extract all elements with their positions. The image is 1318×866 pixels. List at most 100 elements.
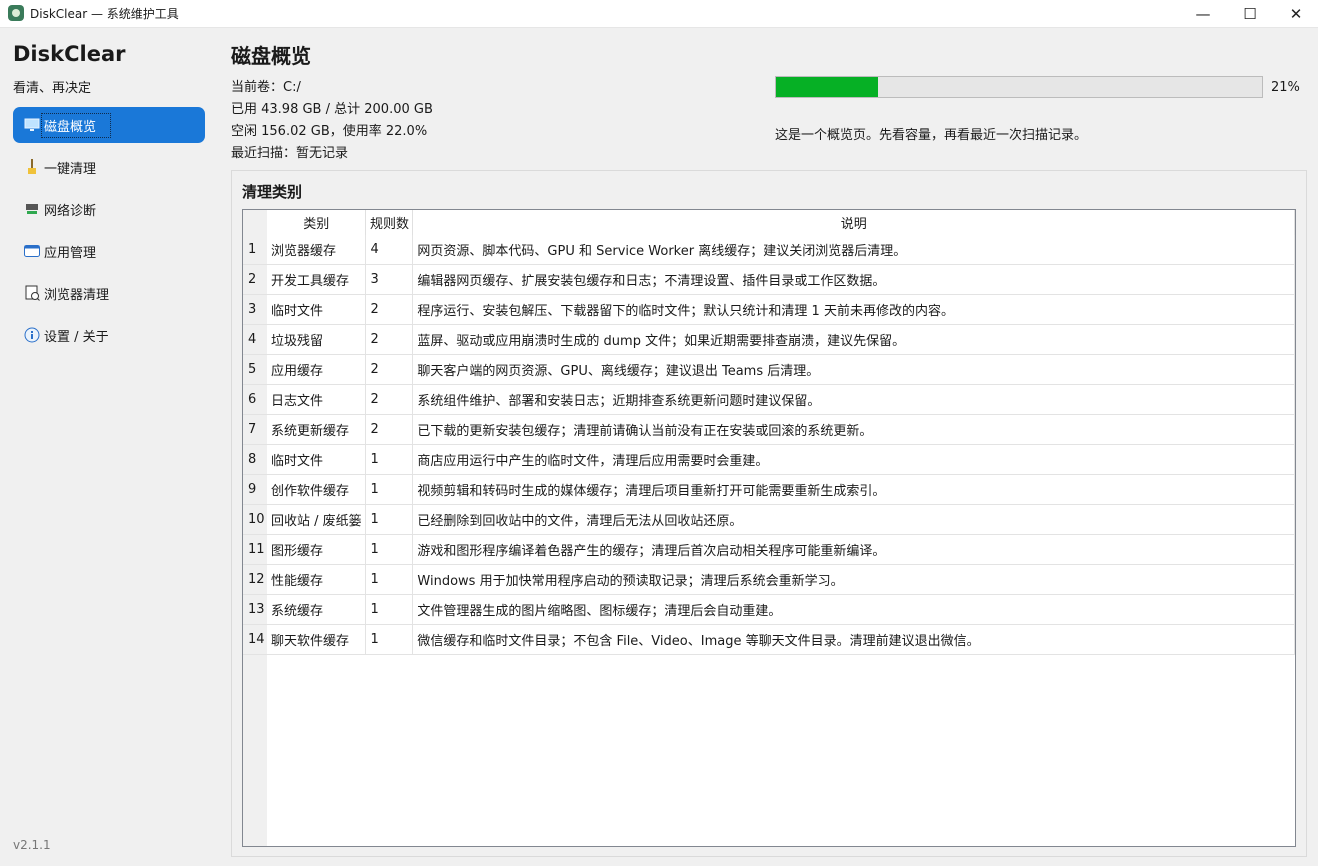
description-cell: 商店应用运行中产生的临时文件，清理后应用需要时会重建。 bbox=[412, 444, 1295, 475]
description-cell: 网页资源、脚本代码、GPU 和 Service Worker 离线缓存；建议关闭… bbox=[412, 235, 1295, 265]
category-cell: 开发工具缓存 bbox=[266, 264, 367, 295]
sidebar: DiskClear 看清、再决定 磁盘概览 一键清理 网络诊断 应用管理 浏览器… bbox=[0, 28, 218, 866]
category-cell: 浏览器缓存 bbox=[266, 235, 367, 265]
free-usage: 空闲 156.02 GB，使用率 22.0% bbox=[231, 124, 428, 139]
table-row[interactable]: 9 创作软件缓存 1 视频剪辑和转码时生成的媒体缓存；清理后项目重新打开可能需要重新生… bbox=[243, 474, 1295, 505]
last-scan: 最近扫描：暂无记录 bbox=[231, 146, 349, 161]
row-index-cell: 8 bbox=[243, 444, 267, 475]
category-cell: 性能缓存 bbox=[266, 564, 367, 595]
categories-title: 清理类别 bbox=[242, 183, 303, 201]
row-index-cell: 5 bbox=[243, 354, 267, 385]
row-index-cell: 6 bbox=[243, 384, 267, 415]
rule-count-cell: 2 bbox=[365, 384, 414, 415]
network-icon bbox=[24, 201, 40, 217]
rule-count-cell: 4 bbox=[365, 235, 414, 265]
minimize-button[interactable]: — bbox=[1180, 0, 1226, 27]
row-index-cell: 12 bbox=[243, 564, 267, 595]
table-row[interactable]: 3 临时文件 2 程序运行、安装包解压、下载器留下的临时文件；默认只统计和清理 1 天… bbox=[243, 294, 1295, 325]
sidebar-item-disk-overview[interactable]: 磁盘概览 bbox=[13, 107, 205, 143]
sidebar-item-label: 浏览器清理 bbox=[44, 287, 110, 303]
description-cell: 系统组件维护、部署和安装日志；近期排查系统更新问题时建议保留。 bbox=[412, 384, 1295, 415]
sidebar-item-apps[interactable]: 应用管理 bbox=[13, 233, 205, 269]
browser-icon bbox=[24, 285, 40, 301]
description-cell: 已经删除到回收站中的文件，清理后无法从回收站还原。 bbox=[412, 504, 1295, 535]
column-header-rule-count[interactable]: 规则数 bbox=[365, 210, 414, 235]
description-cell: 微信缓存和临时文件目录；不包含 File、Video、Image 等聊天文件目录… bbox=[412, 624, 1295, 655]
app-logo-icon bbox=[8, 5, 24, 21]
row-index-cell: 14 bbox=[243, 624, 267, 655]
category-cell: 应用缓存 bbox=[266, 354, 367, 385]
overview-hint: 这是一个概览页。先看容量，再看最近一次扫描记录。 bbox=[775, 128, 1088, 143]
rule-count-cell: 1 bbox=[365, 624, 414, 655]
row-index-cell: 11 bbox=[243, 534, 267, 565]
table-row[interactable]: 2 开发工具缓存 3 编辑器网页缓存、扩展安装包缓存和日志；不清理设置、插件目录或工作… bbox=[243, 264, 1295, 295]
monitor-icon bbox=[24, 117, 40, 133]
sidebar-item-one-click-clean[interactable]: 一键清理 bbox=[13, 149, 205, 185]
category-cell: 垃圾残留 bbox=[266, 324, 367, 355]
disk-usage-progress bbox=[775, 76, 1263, 98]
window-titlebar: DiskClear — 系统维护工具 — ☐ ✕ bbox=[0, 0, 1318, 28]
current-volume: 当前卷：C:/ bbox=[231, 80, 301, 95]
sidebar-item-browser-clean[interactable]: 浏览器清理 bbox=[13, 275, 205, 311]
rule-count-cell: 1 bbox=[365, 564, 414, 595]
info-icon bbox=[24, 327, 40, 343]
rule-count-cell: 2 bbox=[365, 294, 414, 325]
description-cell: 聊天客户端的网页资源、GPU、离线缓存；建议退出 Teams 后清理。 bbox=[412, 354, 1295, 385]
category-cell: 临时文件 bbox=[266, 444, 367, 475]
category-cell: 日志文件 bbox=[266, 384, 367, 415]
row-index-cell: 10 bbox=[243, 504, 267, 535]
description-cell: 文件管理器生成的图片缩略图、图标缓存；清理后会自动重建。 bbox=[412, 594, 1295, 625]
rule-count-cell: 1 bbox=[365, 444, 414, 475]
rule-count-cell: 3 bbox=[365, 264, 414, 295]
row-index-cell: 2 bbox=[243, 264, 267, 295]
column-header-index bbox=[243, 210, 267, 235]
rule-count-cell: 2 bbox=[365, 414, 414, 445]
category-cell: 聊天软件缓存 bbox=[266, 624, 367, 655]
category-cell: 临时文件 bbox=[266, 294, 367, 325]
sidebar-item-label: 应用管理 bbox=[44, 245, 97, 261]
row-index-cell: 4 bbox=[243, 324, 267, 355]
row-index-cell: 9 bbox=[243, 474, 267, 505]
table-row[interactable]: 10 回收站 / 废纸篓 1 已经删除到回收站中的文件，清理后无法从回收站还原。 bbox=[243, 504, 1295, 535]
table-row[interactable]: 14 聊天软件缓存 1 微信缓存和临时文件目录；不包含 File、Video、Imag… bbox=[243, 624, 1295, 655]
table-row[interactable]: 7 系统更新缓存 2 已下载的更新安装包缓存；清理前请确认当前没有正在安装或回滚的系统… bbox=[243, 414, 1295, 445]
close-button[interactable]: ✕ bbox=[1273, 0, 1318, 27]
rule-count-cell: 1 bbox=[365, 504, 414, 535]
table-row[interactable]: 4 垃圾残留 2 蓝屏、驱动或应用崩溃时生成的 dump 文件；如果近期需要排查崩溃，… bbox=[243, 324, 1295, 355]
description-cell: 编辑器网页缓存、扩展安装包缓存和日志；不清理设置、插件目录或工作区数据。 bbox=[412, 264, 1295, 295]
table-row[interactable]: 12 性能缓存 1 Windows 用于加快常用程序启动的预读取记录；清理后系统会重新… bbox=[243, 564, 1295, 595]
description-cell: 视频剪辑和转码时生成的媒体缓存；清理后项目重新打开可能需要重新生成索引。 bbox=[412, 474, 1295, 505]
sidebar-item-label: 设置 / 关于 bbox=[44, 329, 109, 345]
sidebar-item-settings-about[interactable]: 设置 / 关于 bbox=[13, 317, 205, 353]
used-total: 已用 43.98 GB / 总计 200.00 GB bbox=[231, 102, 433, 117]
table-row[interactable]: 11 图形缓存 1 游戏和图形程序编译着色器产生的缓存；清理后首次启动相关程序可能重新… bbox=[243, 534, 1295, 565]
version-label: v2.1.1 bbox=[13, 838, 51, 852]
rule-count-cell: 2 bbox=[365, 324, 414, 355]
table-row[interactable]: 1 浏览器缓存 4 网页资源、脚本代码、GPU 和 Service Worker 离线… bbox=[243, 235, 1295, 265]
sidebar-item-label: 磁盘概览 bbox=[40, 112, 112, 138]
table-row[interactable]: 8 临时文件 1 商店应用运行中产生的临时文件，清理后应用需要时会重建。 bbox=[243, 444, 1295, 475]
table-row[interactable]: 6 日志文件 2 系统组件维护、部署和安装日志；近期排查系统更新问题时建议保留。 bbox=[243, 384, 1295, 415]
description-cell: 程序运行、安装包解压、下载器留下的临时文件；默认只统计和清理 1 天前未再修改的… bbox=[412, 294, 1295, 325]
row-index-cell: 1 bbox=[243, 235, 267, 265]
brand-title: DiskClear bbox=[13, 42, 126, 66]
row-index-cell: 7 bbox=[243, 414, 267, 445]
table-row[interactable]: 13 系统缓存 1 文件管理器生成的图片缩略图、图标缓存；清理后会自动重建。 bbox=[243, 594, 1295, 625]
table-row[interactable]: 5 应用缓存 2 聊天客户端的网页资源、GPU、离线缓存；建议退出 Teams 后清理… bbox=[243, 354, 1295, 385]
column-header-description[interactable]: 说明 bbox=[412, 210, 1295, 235]
window-title: DiskClear — 系统维护工具 bbox=[30, 7, 179, 21]
category-cell: 图形缓存 bbox=[266, 534, 367, 565]
row-index-cell: 3 bbox=[243, 294, 267, 325]
folder-icon bbox=[24, 243, 40, 259]
page-title: 磁盘概览 bbox=[231, 44, 311, 68]
description-cell: 已下载的更新安装包缓存；清理前请确认当前没有正在安装或回滚的系统更新。 bbox=[412, 414, 1295, 445]
categories-table[interactable]: 类别 规则数 说明 1 浏览器缓存 4 网页资源、脚本代码、GPU 和 Service… bbox=[242, 209, 1296, 847]
broom-icon bbox=[24, 159, 40, 175]
maximize-button[interactable]: ☐ bbox=[1227, 0, 1273, 27]
rule-count-cell: 1 bbox=[365, 594, 414, 625]
row-index-cell: 13 bbox=[243, 594, 267, 625]
column-header-category[interactable]: 类别 bbox=[266, 210, 367, 235]
sidebar-item-network[interactable]: 网络诊断 bbox=[13, 191, 205, 227]
disk-usage-percent: 21% bbox=[1271, 80, 1300, 95]
description-cell: 游戏和图形程序编译着色器产生的缓存；清理后首次启动相关程序可能重新编译。 bbox=[412, 534, 1295, 565]
